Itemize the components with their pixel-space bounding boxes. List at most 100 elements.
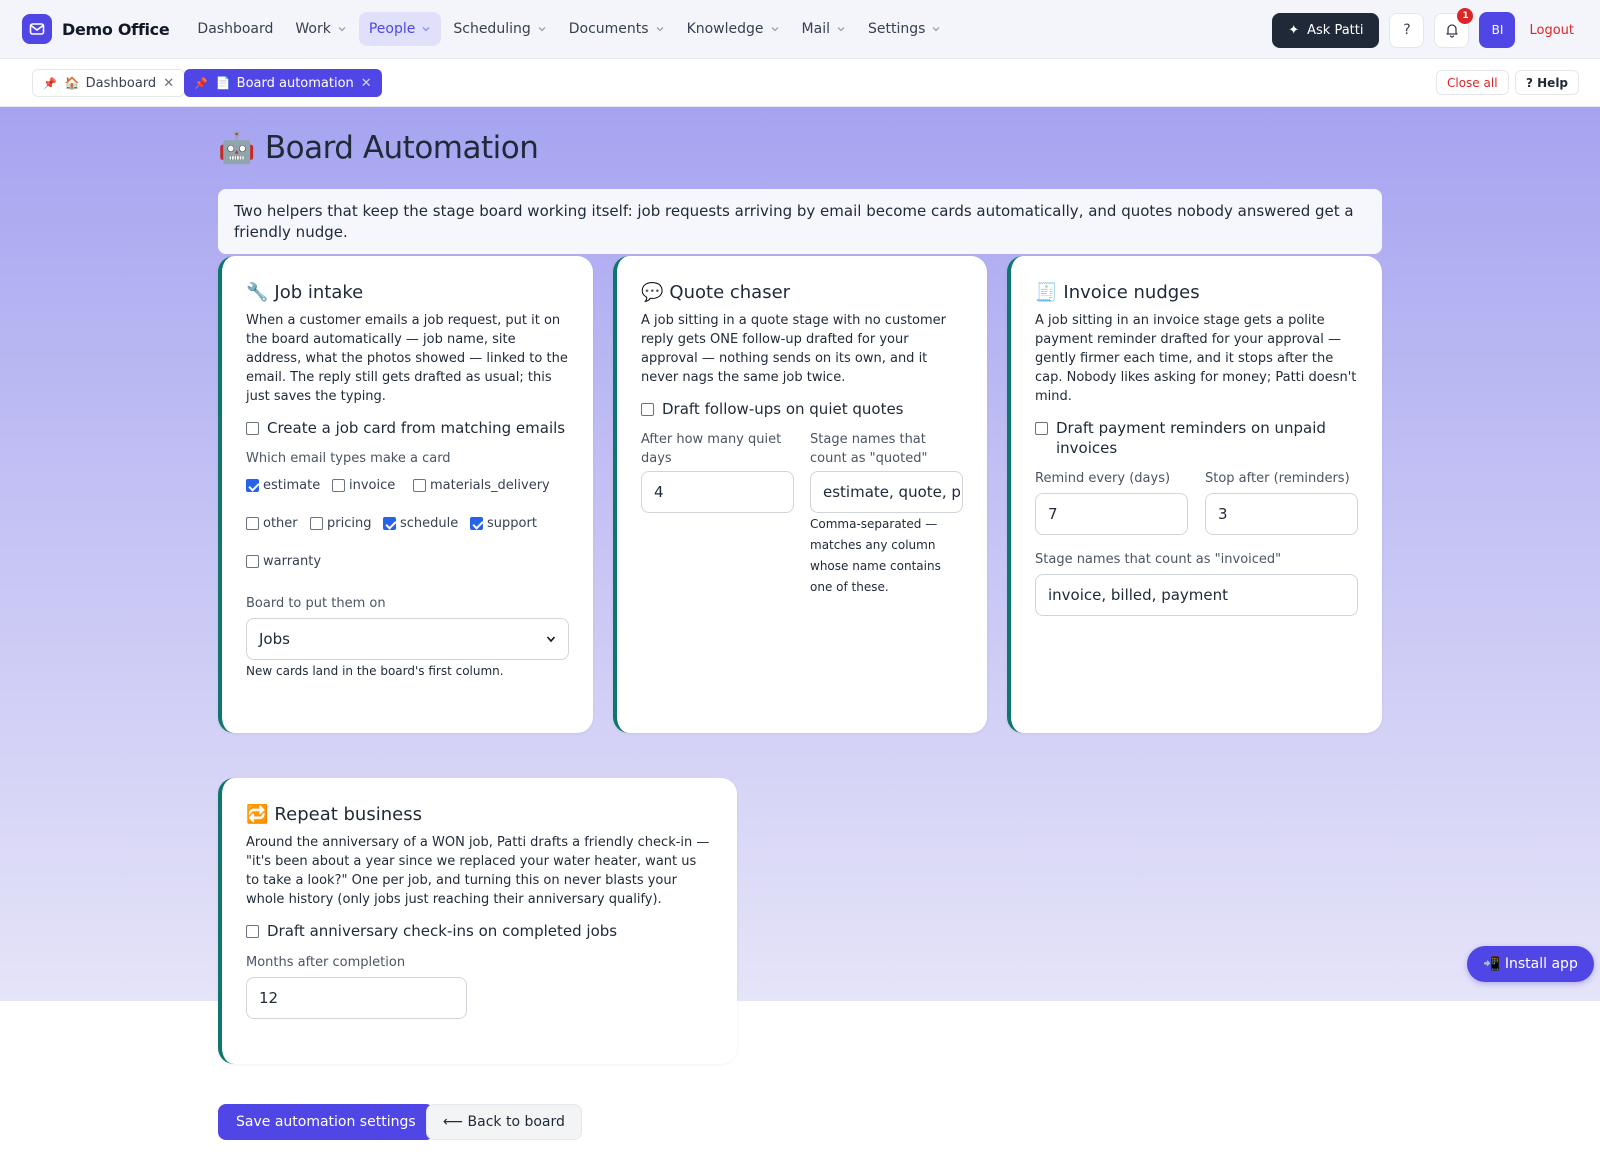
checkbox-label: Draft anniversary check-ins on completed… [267, 922, 618, 940]
option-label: estimate [263, 478, 321, 493]
page-title: 🤖 Board Automation [218, 130, 539, 166]
checkbox[interactable] [332, 479, 345, 492]
invoice-fields: Remind every (days) 7 Stop after (remind… [1035, 469, 1358, 535]
quiet-days-field: After how many quiet days 4 [641, 430, 794, 598]
ask-patti-button[interactable]: ✦ Ask Patti [1272, 12, 1380, 48]
email-type-options: estimate invoice materials_delivery othe… [246, 468, 569, 588]
type-option-materials-delivery[interactable]: materials_delivery [413, 478, 550, 493]
quoted-stages-input[interactable]: estimate, quote, pr [810, 471, 963, 513]
ask-patti-label: Ask Patti [1307, 22, 1364, 38]
help-button[interactable]: ? [1389, 12, 1425, 48]
card-title-text: Repeat business [274, 804, 422, 825]
board-label: Board to put them on [246, 596, 386, 611]
help-button[interactable]: ? Help [1515, 70, 1580, 95]
bell-icon [1446, 24, 1458, 38]
input-value: 7 [1048, 505, 1058, 523]
type-option-invoice[interactable]: invoice [332, 478, 395, 493]
repeat-business-toggle[interactable]: Draft anniversary check-ins on completed… [246, 921, 713, 941]
checkbox[interactable] [246, 555, 259, 568]
close-all-button[interactable]: Close all [1436, 70, 1509, 95]
checkbox[interactable] [641, 403, 654, 416]
input-value: 3 [1218, 505, 1228, 523]
robot-icon: 🤖 [218, 130, 255, 166]
save-automation-button[interactable]: Save automation settings [218, 1104, 434, 1140]
logout-link[interactable]: Logout [1529, 23, 1574, 38]
checkbox[interactable] [383, 517, 396, 530]
checkbox[interactable] [1035, 422, 1048, 435]
checkbox[interactable] [246, 517, 259, 530]
invoiced-stages-input[interactable]: invoice, billed, payment [1035, 574, 1358, 616]
card-title-text: Invoice nudges [1063, 282, 1200, 303]
invoiced-stages-label: Stage names that count as "invoiced" [1035, 552, 1282, 567]
tab-board-automation[interactable]: 📌 📄 Board automation ✕ [184, 69, 382, 97]
type-option-estimate[interactable]: estimate [246, 478, 320, 493]
remind-every-field: Remind every (days) 7 [1035, 469, 1188, 535]
quote-chaser-toggle[interactable]: Draft follow-ups on quiet quotes [641, 399, 963, 419]
card-title: 🔧 Job intake [246, 282, 569, 303]
nav-scheduling[interactable]: Scheduling [443, 12, 556, 46]
quote-fields: After how many quiet days 4 Stage names … [641, 430, 963, 598]
repeat-business-card: 🔁 Repeat business Around the anniversary … [218, 778, 737, 1064]
type-option-other[interactable]: other [246, 516, 298, 531]
type-option-warranty[interactable]: warranty [246, 554, 321, 569]
mail-logo-icon [22, 14, 52, 44]
avatar[interactable]: BI [1479, 12, 1516, 48]
chevron-down-icon [422, 27, 430, 32]
option-label: warranty [263, 554, 322, 569]
type-option-support[interactable]: support [470, 516, 537, 531]
notifications-button[interactable]: 1 [1434, 7, 1474, 48]
nav-label: Mail [801, 21, 830, 37]
nav-dashboard[interactable]: Dashboard [187, 12, 283, 46]
nav-label: Work [295, 21, 331, 37]
job-intake-card: 🔧 Job intake When a customer emails a job… [218, 256, 593, 733]
checkbox[interactable] [413, 479, 426, 492]
checkbox[interactable] [470, 517, 483, 530]
checkbox-label: Draft follow-ups on quiet quotes [662, 400, 904, 418]
pin-icon[interactable]: 📌 [43, 77, 57, 90]
remind-every-input[interactable]: 7 [1035, 493, 1188, 535]
option-label: schedule [400, 516, 459, 531]
board-select[interactable]: Jobs [246, 618, 569, 660]
invoice-nudges-toggle[interactable]: Draft payment reminders on unpaid invoic… [1035, 418, 1358, 458]
chevron-down-icon [538, 27, 546, 32]
nav-work[interactable]: Work [285, 12, 356, 46]
stop-after-field: Stop after (reminders) 3 [1205, 469, 1358, 535]
nav-settings[interactable]: Settings [858, 12, 951, 46]
option-label: invoice [349, 478, 396, 493]
checkbox[interactable] [246, 925, 259, 938]
months-label: Months after completion [246, 955, 406, 970]
tab-label: Board automation [236, 75, 354, 91]
nav-documents[interactable]: Documents [559, 12, 675, 46]
brand[interactable]: Demo Office [22, 14, 170, 44]
repeat-icon: 🔁 [246, 804, 269, 825]
close-icon[interactable]: ✕ [163, 76, 174, 91]
card-description: Around the anniversary of a WON job, Pat… [246, 835, 710, 907]
nav-mail[interactable]: Mail [792, 12, 856, 46]
card-description: A job sitting in a quote stage with no c… [641, 313, 947, 385]
close-icon[interactable]: ✕ [361, 76, 372, 91]
chevron-down-icon [771, 27, 778, 32]
types-label: Which email types make a card [246, 451, 451, 466]
checkbox[interactable] [246, 422, 259, 435]
nav-people[interactable]: People [358, 12, 442, 46]
type-option-schedule[interactable]: schedule [383, 516, 458, 531]
checkbox[interactable] [310, 517, 323, 530]
card-description: A job sitting in an invoice stage gets a… [1035, 313, 1357, 404]
remind-every-label: Remind every (days) [1035, 471, 1171, 486]
card-title: 🔁 Repeat business [246, 804, 713, 825]
stop-after-input[interactable]: 3 [1205, 493, 1358, 535]
option-label: support [487, 516, 537, 531]
back-to-board-button[interactable]: ⟵ Back to board [426, 1104, 582, 1140]
tab-dashboard[interactable]: 📌 🏠 Dashboard ✕ [32, 69, 186, 97]
top-navigation: Demo Office Dashboard Work People Schedu… [0, 0, 1600, 59]
page-title-text: Board Automation [264, 130, 539, 166]
months-input[interactable]: 12 [246, 977, 467, 1019]
checkbox-label: Create a job card from matching emails [267, 419, 566, 437]
nav-knowledge[interactable]: Knowledge [677, 12, 790, 46]
type-option-pricing[interactable]: pricing [310, 516, 371, 531]
checkbox[interactable] [246, 479, 259, 492]
quiet-days-input[interactable]: 4 [641, 471, 794, 513]
job-intake-toggle[interactable]: Create a job card from matching emails [246, 418, 569, 438]
pin-icon[interactable]: 📌 [194, 77, 208, 90]
install-app-button[interactable]: 📲 Install app [1467, 946, 1594, 982]
